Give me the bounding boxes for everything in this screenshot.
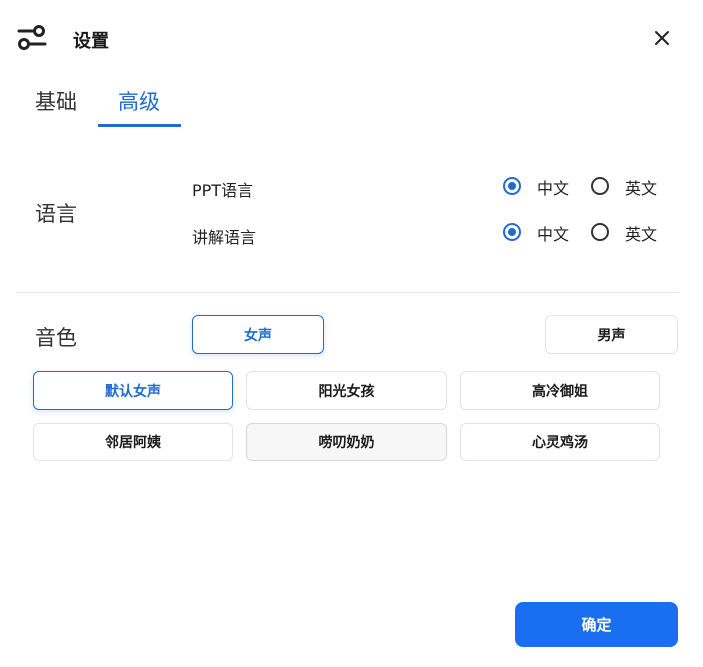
ppt-language-english-label[interactable]: 英文 xyxy=(625,175,657,199)
voice-preset-default-female[interactable]: 默认女声 xyxy=(33,371,233,410)
narration-language-chinese-label[interactable]: 中文 xyxy=(537,221,569,245)
language-section-label: 语言 xyxy=(35,202,77,226)
voice-preset-chatty-grandma[interactable]: 唠叨奶奶 xyxy=(246,423,447,461)
ppt-language-chinese-radio[interactable] xyxy=(503,177,521,195)
narration-language-english-radio[interactable] xyxy=(591,223,609,241)
ppt-language-english-radio[interactable] xyxy=(591,177,609,195)
active-tab-indicator xyxy=(98,124,181,127)
voice-section-label: 音色 xyxy=(35,326,77,350)
ppt-language-chinese-label[interactable]: 中文 xyxy=(537,175,569,199)
close-icon[interactable] xyxy=(650,26,674,50)
settings-sliders-icon xyxy=(16,24,48,52)
tab-basic[interactable]: 基础 xyxy=(35,86,77,116)
voice-preset-sunny-girl[interactable]: 阳光女孩 xyxy=(246,371,447,410)
female-voice-button[interactable]: 女声 xyxy=(192,315,324,354)
section-divider xyxy=(16,292,679,293)
ppt-language-label: PPT语言 xyxy=(192,181,254,200)
narration-language-chinese-radio[interactable] xyxy=(503,223,521,241)
male-voice-button[interactable]: 男声 xyxy=(545,315,678,354)
voice-preset-cool-lady[interactable]: 高冷御姐 xyxy=(460,371,660,410)
dialog-title: 设置 xyxy=(73,31,109,52)
tab-advanced[interactable]: 高级 xyxy=(118,86,160,116)
voice-preset-chicken-soup[interactable]: 心灵鸡汤 xyxy=(460,423,660,461)
narration-language-english-label[interactable]: 英文 xyxy=(625,221,657,245)
voice-preset-neighbor-aunt[interactable]: 邻居阿姨 xyxy=(33,423,233,461)
narration-language-label: 讲解语言 xyxy=(192,228,257,247)
confirm-button[interactable]: 确定 xyxy=(515,602,678,647)
